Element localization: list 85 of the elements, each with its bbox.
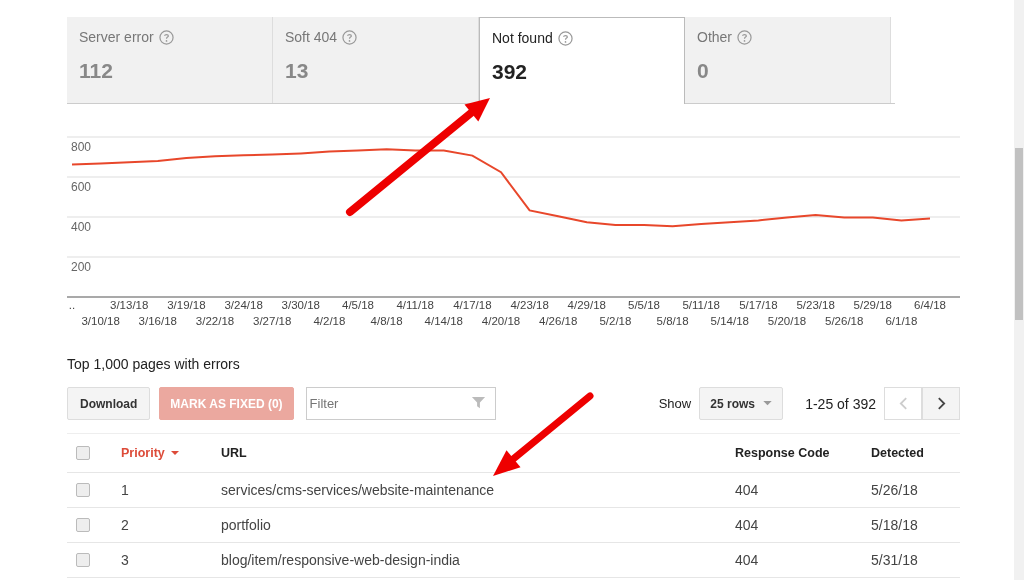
x-axis-label: 5/8/18 (656, 315, 689, 327)
x-axis-label: 5/2/18 (599, 315, 632, 327)
x-axis-label: 4/5/18 (342, 299, 374, 311)
table-cell: 404 (735, 552, 759, 568)
table-cell: 404 (735, 517, 759, 533)
x-axis-label: 4/29/18 (567, 299, 606, 311)
url-link[interactable]: blog/item/responsive-web-design-india (221, 552, 460, 568)
column-header[interactable]: Response Code (735, 446, 830, 460)
x-axis-label: 4/20/18 (481, 315, 521, 327)
x-axis-label: 4/14/18 (424, 315, 463, 327)
next-page-button[interactable] (922, 387, 960, 420)
x-axis-label: 3/16/18 (138, 315, 177, 327)
tab-label: Not found (492, 30, 553, 46)
table-cell: 2 (121, 517, 129, 533)
y-axis-label: 200 (71, 260, 92, 274)
y-axis-label: 400 (71, 220, 92, 234)
caret-icon (763, 401, 772, 406)
table-cell: 404 (735, 482, 759, 498)
x-axis-label: 5/23/18 (796, 299, 835, 311)
help-icon[interactable] (342, 29, 358, 45)
y-axis-label: 800 (71, 140, 92, 154)
filter-icon (470, 395, 486, 410)
url-link[interactable]: services/cms-services/website-maintenance (221, 482, 495, 498)
error-tab[interactable]: Not found 392 (479, 17, 685, 104)
x-axis-label: 3/27/18 (253, 315, 292, 327)
table-cell: 5/31/18 (871, 552, 918, 568)
x-axis-label: .. (68, 299, 76, 311)
error-count: 0 (697, 59, 710, 83)
error-count: 112 (79, 59, 114, 83)
x-axis-label: 4/8/18 (370, 315, 403, 327)
x-axis-label: 3/22/18 (195, 315, 235, 327)
url-link[interactable]: portfolio (221, 517, 271, 533)
help-icon[interactable] (557, 30, 573, 46)
tab-label: Soft 404 (285, 29, 338, 45)
table-cell: 3 (121, 552, 129, 568)
x-axis-label: 3/19/18 (167, 299, 206, 311)
chevron-right-icon (936, 396, 946, 411)
show-label: Show (658, 396, 692, 411)
x-axis-label: 5/5/18 (628, 299, 660, 311)
x-axis-label: 4/23/18 (510, 299, 549, 311)
pagination-text: 1-25 of 392 (805, 395, 876, 412)
x-axis-label: 5/17/18 (739, 299, 778, 311)
x-axis-label: 3/30/18 (281, 299, 320, 311)
x-axis-label: 6/4/18 (914, 299, 946, 311)
x-axis-label: 3/13/18 (110, 299, 149, 311)
tab-label: Other (697, 29, 732, 45)
x-axis-label: 5/14/18 (710, 315, 749, 327)
x-axis-label: 4/11/18 (396, 299, 434, 311)
rows-dropdown[interactable]: 25 rows (699, 387, 784, 420)
table-cell: 5/18/18 (871, 517, 918, 533)
column-header[interactable]: Priority (121, 446, 179, 460)
previous-page-button[interactable] (884, 387, 922, 420)
error-count: 13 (285, 59, 310, 83)
x-axis-label: 5/11/18 (682, 299, 720, 311)
chevron-left-icon (898, 396, 908, 411)
table-cell: 5/26/18 (871, 482, 918, 498)
row-checkbox[interactable] (76, 518, 90, 532)
table-cell: 1 (121, 482, 129, 498)
column-header[interactable]: Detected (871, 446, 924, 460)
y-axis-label: 600 (71, 180, 92, 194)
sort-icon (170, 450, 179, 456)
column-header[interactable]: URL (221, 446, 247, 460)
x-axis-label: 3/24/18 (224, 299, 263, 311)
x-axis-label: 6/1/18 (885, 315, 918, 327)
scrollbar[interactable] (1014, 0, 1024, 580)
x-axis-label: 4/26/18 (539, 315, 578, 327)
tab-label: Server error (79, 29, 154, 45)
help-icon[interactable] (737, 29, 752, 45)
x-axis-label: 4/17/18 (453, 299, 492, 311)
help-icon[interactable] (158, 29, 174, 45)
section-title: Top 1,000 pages with errors (67, 356, 241, 372)
select-all-checkbox[interactable] (76, 446, 90, 460)
error-tab[interactable]: Server error 112 (67, 17, 273, 103)
x-axis-label: 3/10/18 (81, 315, 120, 327)
error-count: 392 (492, 60, 529, 84)
error-tab[interactable]: Other 0 (685, 17, 891, 103)
x-axis-label: 5/29/18 (853, 299, 892, 311)
x-axis-label: 5/26/18 (825, 315, 864, 327)
error-tab[interactable]: Soft 404 13 (273, 17, 479, 103)
download-button[interactable]: Download (67, 387, 151, 420)
x-axis-label: 5/20/18 (767, 315, 807, 327)
row-checkbox[interactable] (76, 483, 90, 497)
x-axis-label: 4/2/18 (313, 315, 346, 327)
row-checkbox[interactable] (76, 553, 90, 567)
filter-field[interactable]: Filter (305, 387, 496, 420)
